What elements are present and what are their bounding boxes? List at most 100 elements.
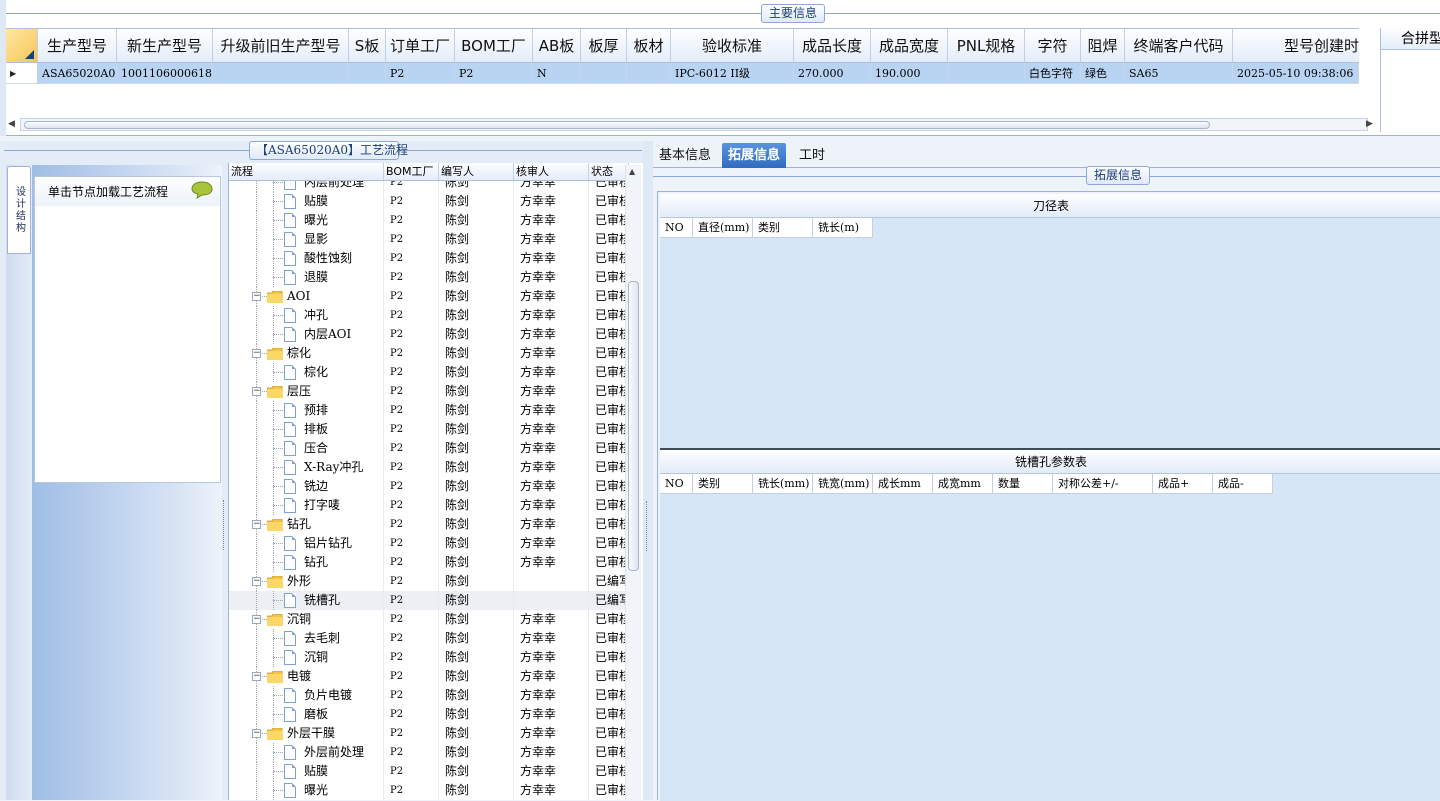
document-icon[interactable]	[284, 232, 296, 247]
tree-cell-reviewer[interactable]: 方幸幸	[514, 458, 589, 477]
tree-cell-reviewer[interactable]	[514, 572, 589, 591]
tree-node[interactable]: 铝片钻孔	[229, 534, 384, 553]
tree-row[interactable]: 预排 P2 陈剑 方幸幸 已审核	[229, 401, 629, 420]
nav-splitter[interactable]	[223, 500, 227, 550]
tree-node-label[interactable]: 外层前处理	[304, 743, 364, 762]
tree-node-label[interactable]: 外层干膜	[287, 724, 335, 743]
column-header[interactable]: 板材	[627, 29, 671, 62]
document-icon[interactable]	[284, 593, 296, 608]
tree-cell-bom[interactable]: P2	[384, 534, 439, 553]
tree-cell-writer[interactable]: 陈剑	[439, 439, 514, 458]
document-icon[interactable]	[284, 327, 296, 342]
tree-node-label[interactable]: 排板	[304, 420, 328, 439]
tree-cell-writer[interactable]: 陈剑	[439, 629, 514, 648]
table-cell[interactable]: P2	[455, 63, 533, 83]
tree-cell-bom[interactable]: P2	[384, 420, 439, 439]
tree-cell-status[interactable]: 已审核	[589, 496, 629, 515]
tree-cell-bom[interactable]: P2	[384, 591, 439, 610]
collapse-toggle-icon[interactable]: −	[252, 615, 261, 624]
column-header[interactable]: PNL规格	[948, 29, 1025, 62]
table-cell[interactable]	[627, 63, 671, 83]
scroll-thumb[interactable]	[628, 281, 639, 571]
tree-row[interactable]: 排板 P2 陈剑 方幸幸 已审核	[229, 420, 629, 439]
tree-cell-writer[interactable]: 陈剑	[439, 591, 514, 610]
tree-cell-status[interactable]: 已审核	[589, 534, 629, 553]
tree-cell-reviewer[interactable]: 方幸幸	[514, 477, 589, 496]
tree-row[interactable]: 铣槽孔 P2 陈剑 已编写	[229, 591, 629, 610]
tree-row[interactable]: 曝光 P2 陈剑 方幸幸 已审核	[229, 781, 629, 800]
tree-cell-writer[interactable]: 陈剑	[439, 420, 514, 439]
tree-node[interactable]: 去毛刺	[229, 629, 384, 648]
tree-cell-reviewer[interactable]: 方幸幸	[514, 610, 589, 629]
document-icon[interactable]	[284, 181, 296, 190]
tree-cell-reviewer[interactable]: 方幸幸	[514, 705, 589, 724]
tree-node-label[interactable]: 磨板	[304, 705, 328, 724]
tree-node[interactable]: 钻孔	[229, 553, 384, 572]
tree-node-label[interactable]: 打字唛	[304, 496, 340, 515]
tree-cell-status[interactable]: 已审核	[589, 629, 629, 648]
tree-node-label[interactable]: 去毛刺	[304, 629, 340, 648]
column-header[interactable]: 字符	[1025, 29, 1081, 62]
tree-node[interactable]: − 层压	[229, 382, 384, 401]
tree-cell-status[interactable]: 已审核	[589, 724, 629, 743]
tree-cell-bom[interactable]: P2	[384, 268, 439, 287]
tree-node[interactable]: 棕化	[229, 363, 384, 382]
tree-cell-status[interactable]: 已审核	[589, 458, 629, 477]
tree-cell-bom[interactable]: P2	[384, 515, 439, 534]
column-header[interactable]: BOM工厂	[455, 29, 533, 62]
slot-column-header[interactable]: 数量	[993, 474, 1053, 493]
tree-node-label[interactable]: 曝光	[304, 781, 328, 800]
table-cell[interactable]: 2025-05-10 09:38:06	[1233, 63, 1359, 83]
tree-node-label[interactable]: 内层AOI	[304, 325, 351, 344]
tree-cell-bom[interactable]: P2	[384, 192, 439, 211]
tree-cell-reviewer[interactable]: 方幸幸	[514, 515, 589, 534]
table-cell[interactable]	[581, 63, 627, 83]
tree-cell-writer[interactable]: 陈剑	[439, 192, 514, 211]
document-icon[interactable]	[284, 441, 296, 456]
tree-node-label[interactable]: 沉铜	[304, 648, 328, 667]
tree-row[interactable]: 铝片钻孔 P2 陈剑 方幸幸 已审核	[229, 534, 629, 553]
tree-cell-writer[interactable]: 陈剑	[439, 477, 514, 496]
vertical-scrollbar[interactable]: ▲	[625, 165, 641, 800]
document-icon[interactable]	[284, 650, 296, 665]
tree-cell-bom[interactable]: P2	[384, 306, 439, 325]
tree-node[interactable]: − AOI	[229, 287, 384, 306]
tree-column-header[interactable]: 编写人	[439, 163, 514, 180]
tree-node[interactable]: − 钻孔	[229, 515, 384, 534]
tree-node-label[interactable]: 显影	[304, 230, 328, 249]
tree-cell-status[interactable]: 已审核	[589, 344, 629, 363]
tree-row[interactable]: 显影 P2 陈剑 方幸幸 已审核	[229, 230, 629, 249]
tree-node-label[interactable]: 电镀	[287, 667, 311, 686]
tree-node-label[interactable]: 曝光	[304, 211, 328, 230]
tree-node[interactable]: 贴膜	[229, 762, 384, 781]
tree-cell-status[interactable]: 已编写	[589, 572, 629, 591]
tree-cell-status[interactable]: 已审核	[589, 705, 629, 724]
tree-cell-bom[interactable]: P2	[384, 610, 439, 629]
table-cell[interactable]: N	[533, 63, 581, 83]
tree-cell-writer[interactable]: 陈剑	[439, 667, 514, 686]
tree-node[interactable]: X-Ray冲孔	[229, 458, 384, 477]
tree-row[interactable]: 内层前处理 P2 陈剑 方幸幸 已审核	[229, 181, 629, 192]
slot-column-header[interactable]: 铣长(mm)	[753, 474, 813, 493]
tree-node[interactable]: 冲孔	[229, 306, 384, 325]
tree-cell-writer[interactable]: 陈剑	[439, 344, 514, 363]
tree-column-header[interactable]: 流程	[229, 163, 384, 180]
tree-cell-bom[interactable]: P2	[384, 781, 439, 800]
tree-cell-bom[interactable]: P2	[384, 572, 439, 591]
tool-column-header[interactable]: 直径(mm)	[693, 218, 753, 237]
tab-basic-info[interactable]: 基本信息	[653, 143, 717, 168]
tree-cell-status[interactable]: 已审核	[589, 363, 629, 382]
document-icon[interactable]	[284, 460, 296, 475]
tree-cell-status[interactable]: 已审核	[589, 477, 629, 496]
tree-row[interactable]: 冲孔 P2 陈剑 方幸幸 已审核	[229, 306, 629, 325]
document-icon[interactable]	[284, 308, 296, 323]
column-header[interactable]: S板	[349, 29, 386, 62]
table-cell[interactable]: SA65	[1125, 63, 1233, 83]
tree-cell-writer[interactable]: 陈剑	[439, 230, 514, 249]
tree-row[interactable]: X-Ray冲孔 P2 陈剑 方幸幸 已审核	[229, 458, 629, 477]
scroll-left-icon[interactable]: ◀	[8, 118, 15, 131]
tree-cell-reviewer[interactable]: 方幸幸	[514, 249, 589, 268]
slot-column-header[interactable]: 对称公差+/-	[1053, 474, 1153, 493]
collapse-toggle-icon[interactable]: −	[252, 387, 261, 396]
tree-node[interactable]: 铣边	[229, 477, 384, 496]
